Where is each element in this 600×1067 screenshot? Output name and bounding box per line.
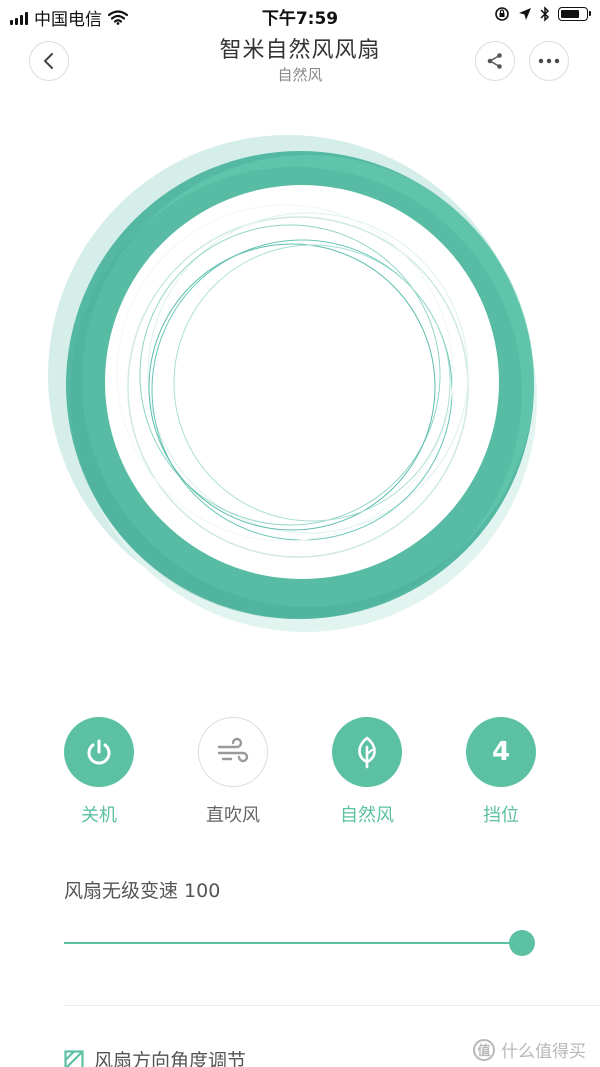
direct-wind-button[interactable] bbox=[198, 717, 268, 787]
bluetooth-icon bbox=[540, 6, 550, 22]
divider bbox=[64, 1005, 600, 1006]
direct-wind-label: 直吹风 bbox=[206, 805, 260, 826]
mode-natural-wind[interactable]: 自然风 bbox=[307, 717, 427, 827]
battery-icon bbox=[558, 7, 591, 21]
status-bar: 中国电信 下午7:59 bbox=[0, 0, 600, 30]
slider-track[interactable] bbox=[64, 942, 522, 944]
watermark-badge: 值 bbox=[473, 1038, 495, 1061]
more-button[interactable] bbox=[529, 41, 569, 81]
watermark-text: 什么值得买 bbox=[501, 1042, 586, 1062]
angle-adjust-label: 风扇方向角度调节 bbox=[94, 1050, 247, 1067]
orientation-lock-icon bbox=[495, 7, 509, 21]
power-button[interactable] bbox=[64, 717, 134, 787]
mode-gear[interactable]: 4 挡位 bbox=[441, 717, 561, 827]
natural-wind-button[interactable] bbox=[332, 717, 402, 787]
slider-thumb[interactable] bbox=[509, 930, 535, 956]
speed-slider[interactable] bbox=[64, 930, 535, 956]
gear-button[interactable]: 4 bbox=[466, 717, 536, 787]
mode-direct-wind[interactable]: 直吹风 bbox=[173, 717, 293, 827]
location-icon bbox=[519, 8, 531, 20]
gear-label: 挡位 bbox=[483, 805, 519, 826]
speed-label: 风扇无级变速 100 bbox=[64, 880, 221, 902]
watermark: 值 什么值得买 bbox=[473, 1037, 586, 1062]
checkbox-icon bbox=[64, 1049, 84, 1067]
share-icon bbox=[487, 53, 502, 69]
share-button[interactable] bbox=[475, 41, 515, 81]
leaf-icon bbox=[358, 736, 376, 769]
mode-power[interactable]: 关机 bbox=[39, 717, 159, 827]
gear-number: 4 bbox=[491, 737, 511, 767]
angle-adjust-row[interactable]: 风扇方向角度调节 bbox=[64, 1046, 246, 1067]
power-icon bbox=[87, 739, 111, 765]
power-label: 关机 bbox=[81, 805, 117, 826]
fan-control-screen: 中国电信 下午7:59 智米自然风风扇 自然风 关机 直吹风 自然风 4 挡位 … bbox=[0, 0, 600, 1067]
natural-wind-label: 自然风 bbox=[340, 805, 394, 826]
more-icon bbox=[538, 58, 560, 64]
status-right bbox=[494, 6, 591, 22]
fan-ring-animation bbox=[48, 135, 537, 632]
wind-icon bbox=[217, 737, 249, 763]
battery-level bbox=[561, 10, 579, 18]
